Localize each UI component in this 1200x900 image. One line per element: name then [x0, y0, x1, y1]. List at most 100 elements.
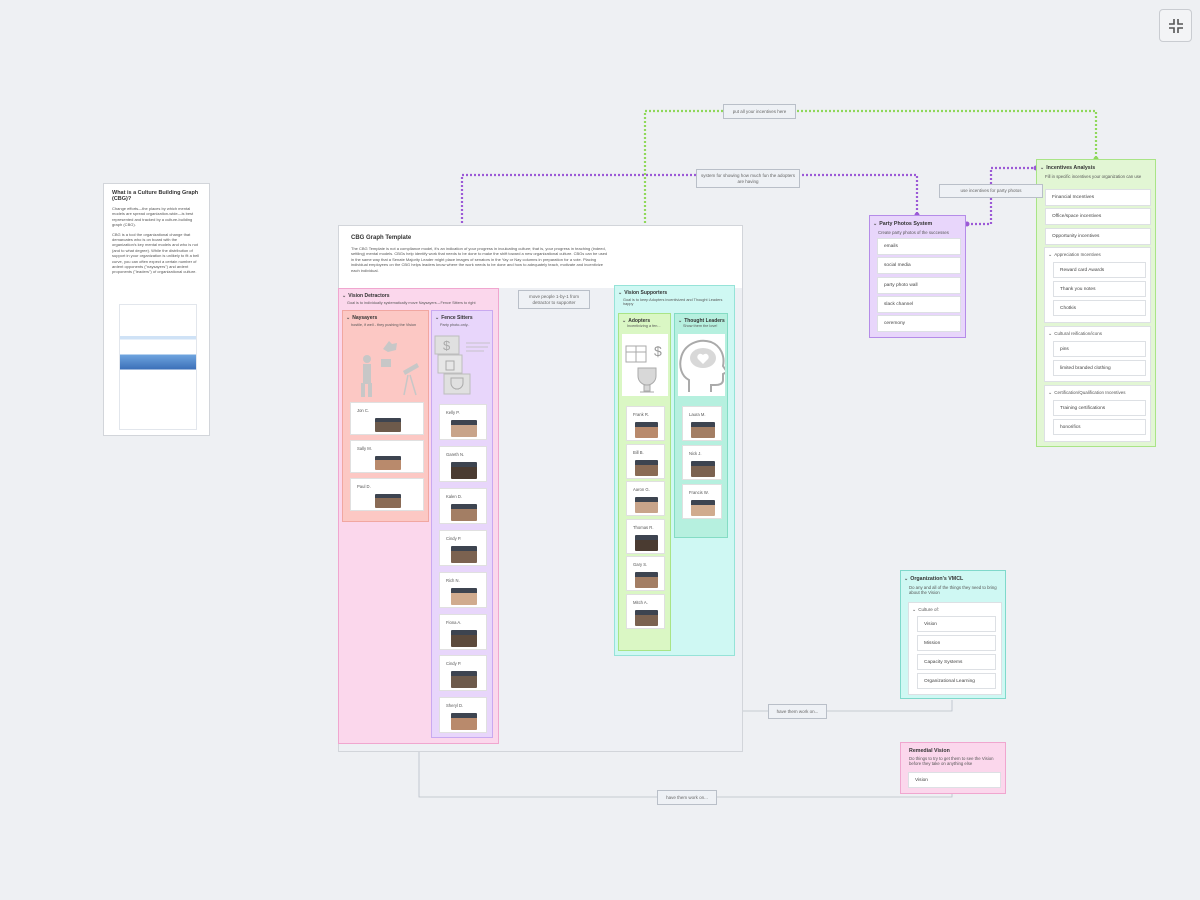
vmcl-title: ⌄ Organization's VMCL	[904, 576, 964, 582]
person-name: Sheryl D.	[446, 703, 464, 709]
incentive-item[interactable]: Opportunity incentives	[1045, 227, 1151, 245]
person-card[interactable]: Mitch A.	[626, 594, 665, 629]
incentive-sub-item[interactable]: pins	[1053, 341, 1146, 357]
person-card[interactable]: Fiona A.	[439, 613, 487, 650]
incentive-item[interactable]: Office/space incentives	[1045, 208, 1151, 226]
person-card[interactable]: Gary S.	[626, 556, 665, 592]
party-photos-item[interactable]: slack channel	[877, 295, 961, 313]
person-photo	[691, 500, 715, 516]
head-heart-icon	[679, 339, 725, 392]
party-photos-item[interactable]: ceremony	[877, 315, 961, 333]
person-name: Paul D.	[357, 484, 371, 489]
connector-label-have-them-1[interactable]: have them work on...	[768, 704, 827, 719]
chevron-down-icon[interactable]: ⌄	[1048, 390, 1052, 396]
incentive-sub-item[interactable]: limited branded clothing	[1053, 360, 1146, 376]
chevron-down-icon[interactable]: ⌄	[912, 607, 916, 613]
vmcl-item[interactable]: Capacity Systems	[917, 654, 996, 670]
party-photos-title: ⌄ Party Photos System	[873, 221, 933, 227]
person-card[interactable]: Thomas R.	[626, 518, 665, 554]
connector-label-use-incentives[interactable]: use incentives for party photos	[939, 184, 1043, 198]
person-name: Gareth N.	[446, 451, 465, 457]
person-photo	[451, 503, 477, 521]
person-name: Francis W.	[689, 490, 709, 495]
person-name: Gary S.	[633, 562, 648, 568]
incentive-sub-item[interactable]: honorifics	[1053, 419, 1146, 435]
person-card[interactable]: Nick J.	[682, 445, 722, 480]
person-photo	[635, 572, 658, 589]
person-card[interactable]: Kelly P.	[439, 404, 487, 440]
person-photo	[375, 418, 401, 432]
incentive-sub-item[interactable]: Reward card Awards	[1053, 262, 1146, 278]
svg-text:$: $	[654, 343, 662, 359]
chevron-down-icon[interactable]: ⌄	[1048, 331, 1052, 337]
vision-supporters-desc: Goal is to keep Adopters incentivized an…	[623, 298, 723, 306]
person-name: Fiona A.	[446, 619, 462, 625]
culture-card-para2: CBG is a tool the organizational change …	[112, 231, 200, 275]
vmcl-item[interactable]: Mission	[917, 635, 996, 651]
person-photo	[635, 459, 658, 476]
party-photos-item[interactable]: emails	[877, 238, 961, 255]
person-card[interactable]: Sally M.	[350, 440, 424, 473]
party-photos-item[interactable]: social media	[877, 257, 961, 275]
person-name: Nick J.	[689, 451, 702, 456]
person-card[interactable]: Frank R.	[626, 406, 665, 441]
connector-label-have-them-2[interactable]: have them work on...	[657, 790, 717, 805]
incentive-group-title: ⌄ Appreciation Incentives	[1048, 252, 1101, 258]
incentive-sub-item[interactable]: Chotkis	[1053, 300, 1146, 316]
person-name: Jon C.	[357, 408, 370, 413]
chevron-down-icon[interactable]: ⌄	[904, 576, 908, 582]
chevron-down-icon[interactable]: ⌄	[873, 221, 877, 227]
cbg-template-title: CBG Graph Template	[351, 235, 412, 241]
culture-card-para1: Change efforts—the places by which menta…	[112, 206, 194, 228]
person-photo	[451, 671, 477, 689]
person-photo	[451, 461, 477, 479]
chevron-down-icon[interactable]: ⌄	[1040, 165, 1044, 171]
remedial-item[interactable]: Vision	[908, 772, 1001, 788]
adopters-desc: Incentivizing a fen...	[627, 324, 661, 328]
chevron-down-icon[interactable]: ⌄	[1048, 252, 1052, 258]
person-card[interactable]: Francis W.	[682, 484, 722, 519]
party-photos-item[interactable]: party photo wall	[877, 276, 961, 294]
incentive-sub-item[interactable]: Training certifications	[1053, 400, 1146, 416]
person-name: Mitch A.	[633, 600, 648, 605]
vision-detractors-desc: Goal is to individually systematically m…	[347, 301, 476, 305]
person-photo	[691, 422, 715, 438]
connector-label-move-people[interactable]: move people 1-by-1 from detractor to sup…	[518, 290, 590, 309]
chevron-down-icon[interactable]: ⌄	[678, 318, 682, 324]
vision-detractors-title: ⌄ Vision Detractors	[342, 293, 390, 299]
person-card[interactable]: Cindy P.	[439, 655, 487, 692]
vmcl-item[interactable]: Vision	[917, 616, 996, 632]
naysayers-illustration-icon	[361, 341, 419, 397]
culture-info-card[interactable]: What is a Culture Building Graph (CBG)? …	[103, 183, 210, 436]
vmcl-item[interactable]: Organizational Learning	[917, 673, 996, 689]
person-photo	[451, 713, 477, 731]
person-card[interactable]: Kalen D.	[439, 487, 487, 524]
person-card[interactable]: Bill B.	[626, 443, 665, 479]
person-card[interactable]: Paul D.	[350, 478, 424, 511]
person-name: Cindy P.	[446, 535, 462, 541]
person-photo	[691, 461, 715, 477]
person-photo	[635, 422, 658, 438]
person-card[interactable]: Jon C.	[350, 402, 424, 435]
person-card[interactable]: Laura M.	[682, 406, 722, 441]
incentive-sub-item[interactable]: Thank you notes	[1053, 281, 1146, 297]
person-card[interactable]: Aaron G.	[626, 481, 665, 517]
chevron-down-icon[interactable]: ⌄	[346, 315, 350, 321]
chevron-down-icon[interactable]: ⌄	[618, 290, 622, 296]
remedial-desc: Do things to try to get them to see the …	[909, 756, 994, 766]
remedial-title: Remedial Vision	[909, 748, 950, 754]
chevron-down-icon[interactable]: ⌄	[622, 318, 626, 324]
incentive-item[interactable]: Financial Incentives	[1045, 189, 1151, 206]
person-card[interactable]: Rich N.	[439, 571, 487, 608]
naysayers-title: ⌄ Naysayers	[346, 315, 378, 321]
person-card[interactable]: Gareth N.	[439, 445, 487, 482]
person-photo	[451, 587, 477, 605]
naysayers-desc: hostile, if well - they pushing the Visi…	[351, 323, 417, 327]
connector-label-system-photos[interactable]: system for showing how much fun the adop…	[696, 169, 800, 188]
person-card[interactable]: Sheryl D.	[439, 697, 487, 734]
chevron-down-icon[interactable]: ⌄	[435, 315, 439, 321]
connector-label-put-incentives[interactable]: put all your incentives here	[723, 104, 796, 119]
person-card[interactable]: Cindy P.	[439, 529, 487, 566]
chevron-down-icon[interactable]: ⌄	[342, 293, 346, 299]
cbg-template-description: The CBG Template is not a compliance mod…	[351, 246, 608, 273]
